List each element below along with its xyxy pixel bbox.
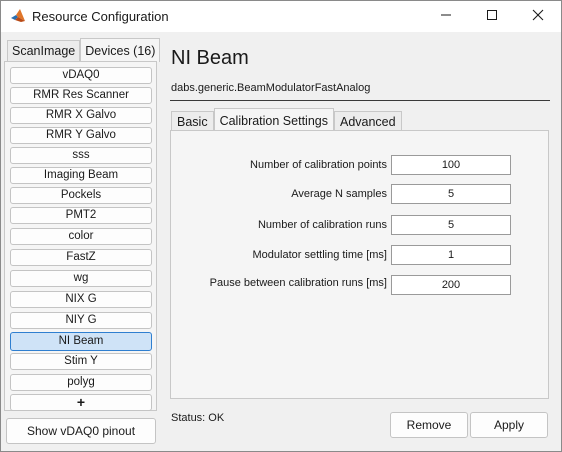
calibration-points-input[interactable] [391, 155, 511, 175]
calibration-runs-input[interactable] [391, 215, 511, 235]
calibration-settings-panel: Number of calibration points Average N s… [170, 130, 549, 399]
average-samples-label: Average N samples [291, 188, 387, 200]
window-title: Resource Configuration [32, 9, 169, 24]
left-tab-strip: ScanImage Devices (16) [7, 38, 161, 62]
device-button-rmr-x-galvo[interactable]: RMR X Galvo [10, 107, 152, 124]
device-button-pockels[interactable]: Pockels [10, 187, 152, 204]
device-button-sss[interactable]: sss [10, 147, 152, 164]
device-button-vdaq0[interactable]: vDAQ0 [10, 67, 152, 84]
calibration-points-label: Number of calibration points [250, 159, 387, 171]
page-title: NI Beam [171, 47, 249, 69]
device-button-niy-g[interactable]: NIY G [10, 312, 152, 329]
device-button-polyg[interactable]: polyg [10, 374, 152, 391]
close-button[interactable] [515, 1, 561, 32]
right-panel: NI Beam dabs.generic.BeamModulatorFastAn… [161, 32, 561, 452]
device-button-pmt2[interactable]: PMT2 [10, 207, 152, 224]
device-button-wg[interactable]: wg [10, 270, 152, 287]
title-divider [170, 100, 550, 101]
maximize-icon [486, 9, 498, 24]
device-button-stim-y[interactable]: Stim Y [10, 353, 152, 370]
matlab-icon [10, 8, 26, 24]
close-icon [532, 9, 544, 24]
tab-devices[interactable]: Devices (16) [80, 38, 161, 62]
resource-configuration-window: Resource Configuration ScanImage Devices… [0, 0, 562, 452]
title-bar: Resource Configuration [1, 1, 561, 32]
maximize-button[interactable] [469, 1, 515, 32]
average-samples-input[interactable] [391, 184, 511, 204]
device-button-rmr-y-galvo[interactable]: RMR Y Galvo [10, 127, 152, 144]
device-button-rmr-res-scanner[interactable]: RMR Res Scanner [10, 87, 152, 104]
device-class-name: dabs.generic.BeamModulatorFastAnalog [171, 82, 371, 94]
device-button-nix-g[interactable]: NIX G [10, 291, 152, 308]
status-text: Status: OK [171, 412, 225, 424]
tab-scanimage[interactable]: ScanImage [7, 40, 81, 62]
show-pinout-button[interactable]: Show vDAQ0 pinout [6, 418, 156, 444]
remove-button[interactable]: Remove [390, 412, 468, 438]
device-list: vDAQ0 RMR Res Scanner RMR X Galvo RMR Y … [4, 61, 157, 411]
pause-between-runs-input[interactable] [391, 275, 511, 295]
pause-between-runs-label: Pause between calibration runs [ms] [209, 277, 387, 289]
minimize-icon [440, 9, 452, 24]
add-device-button[interactable]: + [10, 394, 152, 411]
calibration-runs-label: Number of calibration runs [257, 219, 387, 231]
minimize-button[interactable] [423, 1, 469, 32]
left-panel: ScanImage Devices (16) vDAQ0 RMR Res Sca… [1, 32, 161, 452]
device-button-imaging-beam[interactable]: Imaging Beam [10, 167, 152, 184]
settling-time-input[interactable] [391, 245, 511, 265]
settling-time-label: Modulator settling time [ms] [252, 249, 388, 261]
device-button-ni-beam[interactable]: NI Beam [10, 332, 152, 351]
device-button-fastz[interactable]: FastZ [10, 249, 152, 266]
apply-button[interactable]: Apply [470, 412, 548, 438]
device-button-color[interactable]: color [10, 228, 152, 245]
